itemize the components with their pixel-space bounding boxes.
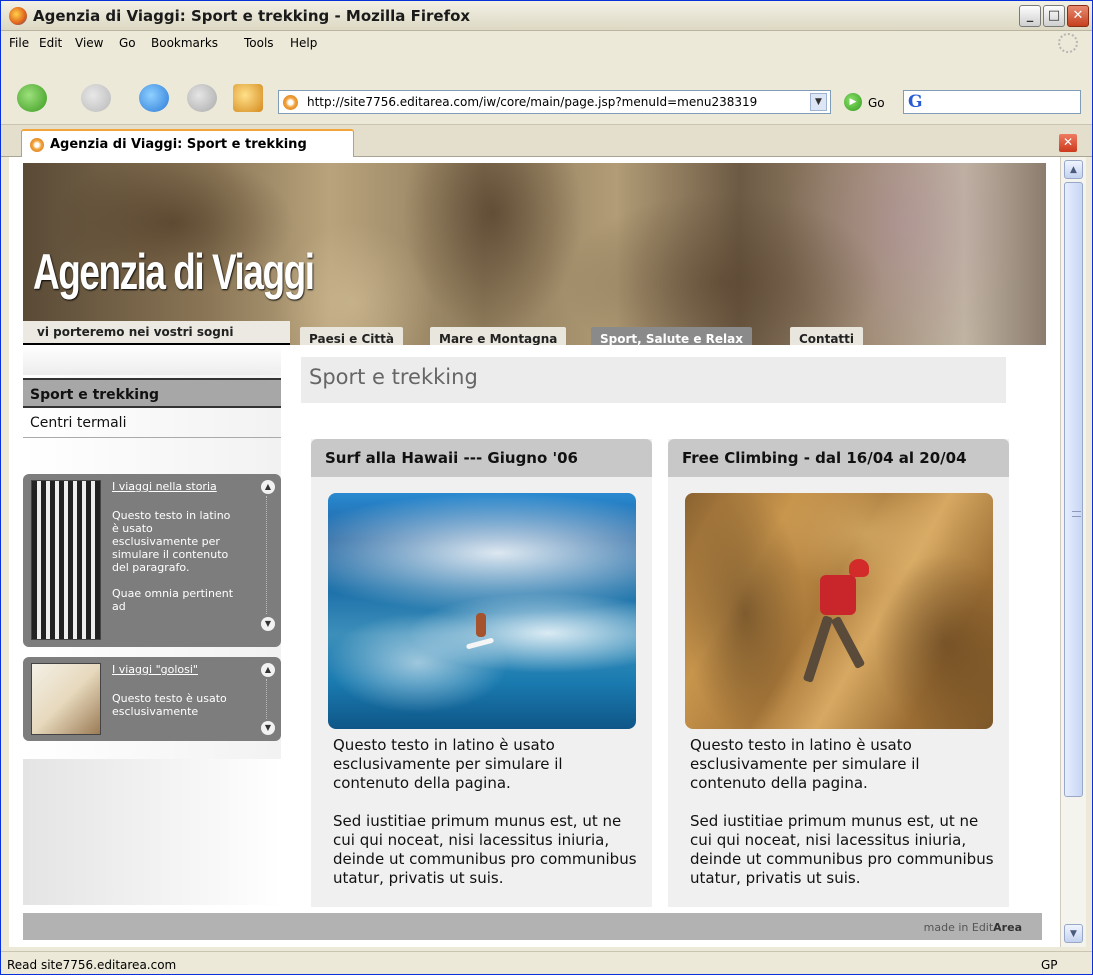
menu-edit[interactable]: Edit — [39, 36, 62, 50]
menu-tools[interactable]: Tools — [244, 36, 274, 50]
url-text: http://site7756.editarea.com/iw/core/mai… — [307, 95, 758, 109]
window-title: Agenzia di Viaggi: Sport e trekking - Mo… — [33, 7, 471, 25]
menu-bar: File Edit View Go Bookmarks Tools Help — [1, 31, 1092, 55]
page-viewport: Agenzia di Viaggi vi porteremo nei vostr… — [9, 157, 1060, 947]
scroll-down-icon[interactable]: ▼ — [261, 721, 275, 735]
nav-tab-mare[interactable]: Mare e Montagna — [430, 327, 567, 345]
google-icon[interactable]: G — [908, 92, 923, 112]
browser-window: Agenzia di Viaggi: Sport e trekking - Mo… — [0, 0, 1093, 975]
surf-photo[interactable] — [328, 493, 636, 729]
news-box-title[interactable]: I viaggi "golosi" — [112, 663, 198, 676]
surfer-figure — [476, 613, 486, 637]
grip-icon — [1072, 511, 1081, 517]
scroll-up-icon[interactable]: ▲ — [261, 480, 275, 494]
reload-icon[interactable] — [139, 84, 169, 112]
news-box-text: Questo testo è usato esclusivamente — [112, 692, 227, 718]
climber-figure — [820, 575, 856, 615]
forward-icon[interactable] — [81, 84, 111, 112]
status-text: Read site7756.editarea.com — [7, 958, 177, 972]
menu-bookmarks[interactable]: Bookmarks — [151, 36, 218, 50]
nav-tab-contatti[interactable]: Contatti — [790, 327, 864, 345]
go-icon[interactable]: ▶ — [844, 93, 862, 111]
article-text: Questo testo in latino è usato esclusiva… — [690, 736, 994, 887]
firefox-icon — [9, 7, 27, 25]
news-box-title[interactable]: I viaggi nella storia — [112, 480, 217, 493]
sidebar-top — [23, 345, 281, 375]
nav-tab-sport-active[interactable]: Sport, Salute e Relax — [591, 327, 752, 345]
climber-helmet — [849, 559, 869, 577]
url-field[interactable]: http://site7756.editarea.com/iw/core/mai… — [278, 90, 831, 114]
site-logo[interactable]: Agenzia di Viaggi — [33, 243, 315, 301]
close-window-button[interactable]: ✕ — [1067, 5, 1089, 27]
site-slogan: vi porteremo nei vostri sogni — [23, 321, 290, 345]
scroll-down-icon[interactable]: ▼ — [1064, 924, 1083, 943]
page-title: Sport e trekking — [301, 357, 1006, 403]
menu-view[interactable]: View — [75, 36, 103, 50]
close-tab-icon[interactable]: ✕ — [1059, 134, 1077, 152]
title-bar[interactable]: Agenzia di Viaggi: Sport e trekking - Mo… — [1, 1, 1092, 31]
tab-active[interactable]: Agenzia di Viaggi: Sport e trekking — [21, 129, 354, 157]
tab-label: Agenzia di Viaggi: Sport e trekking — [50, 137, 307, 152]
minimize-button[interactable]: _ — [1019, 5, 1041, 27]
menu-file[interactable]: File — [9, 36, 29, 50]
footer-credit[interactable]: made in Edit — [924, 921, 994, 934]
scroll-track[interactable] — [266, 496, 269, 614]
sidebar-item-sport[interactable]: Sport e trekking — [23, 378, 281, 408]
scroll-up-icon[interactable]: ▲ — [1064, 160, 1083, 179]
scroll-up-icon[interactable]: ▲ — [261, 663, 275, 677]
article-title[interactable]: Free Climbing - dal 16/04 al 20/04 — [668, 439, 1009, 477]
article-card: Free Climbing - dal 16/04 al 20/04 Quest… — [668, 439, 1009, 907]
article-title[interactable]: Surf alla Hawaii --- Giugno '06 — [311, 439, 652, 477]
news-box-golosi: I viaggi "golosi" Questo testo è usato e… — [23, 657, 281, 741]
vertical-scrollbar[interactable]: ▲ ▼ — [1060, 157, 1086, 947]
back-icon[interactable] — [17, 84, 47, 112]
nav-tab-paesi[interactable]: Paesi e Città — [300, 327, 403, 345]
footer-brand[interactable]: Area — [993, 921, 1022, 934]
maximize-button[interactable]: □ — [1043, 5, 1065, 27]
site-favicon-icon — [283, 95, 298, 110]
status-right-label: GP — [1041, 958, 1058, 972]
menu-help[interactable]: Help — [290, 36, 317, 50]
left-sidebar: Sport e trekking Centri termali I viaggi… — [23, 345, 281, 905]
article-text: Questo testo in latino è usato esclusiva… — [333, 736, 637, 887]
header-banner: Agenzia di Viaggi vi porteremo nei vostr… — [23, 163, 1046, 345]
surfboard — [465, 637, 495, 650]
home-icon[interactable] — [233, 84, 263, 112]
sidebar-item-terme[interactable]: Centri termali — [23, 410, 281, 438]
climbing-photo[interactable] — [685, 493, 993, 729]
go-button[interactable]: Go — [868, 96, 885, 110]
article-card: Surf alla Hawaii --- Giugno '06 Questo t… — [311, 439, 652, 907]
tab-favicon-icon — [30, 138, 44, 152]
url-dropdown-icon[interactable]: ▼ — [810, 93, 827, 111]
stop-icon[interactable] — [187, 84, 217, 112]
sidebar-bottom — [23, 759, 281, 905]
scroll-down-icon[interactable]: ▼ — [261, 617, 275, 631]
scrollbar-thumb[interactable] — [1064, 182, 1083, 797]
status-bar: Read site7756.editarea.com GP — [1, 951, 1092, 974]
news-box-storia: I viaggi nella storia Questo testo in la… — [23, 474, 281, 647]
climber-leg — [802, 615, 834, 683]
page-footer: made in EditArea — [23, 913, 1042, 940]
tab-strip: Agenzia di Viaggi: Sport e trekking — [1, 125, 1092, 157]
search-input[interactable]: G — [903, 90, 1081, 114]
scroll-track[interactable] — [266, 679, 269, 719]
column-thumbnail — [31, 480, 101, 640]
throbber-icon — [1058, 33, 1078, 53]
climber-leg — [830, 615, 866, 670]
food-thumbnail — [31, 663, 101, 735]
menu-go[interactable]: Go — [119, 36, 136, 50]
news-box-text: Questo testo in latino è usato esclusiva… — [112, 509, 234, 613]
